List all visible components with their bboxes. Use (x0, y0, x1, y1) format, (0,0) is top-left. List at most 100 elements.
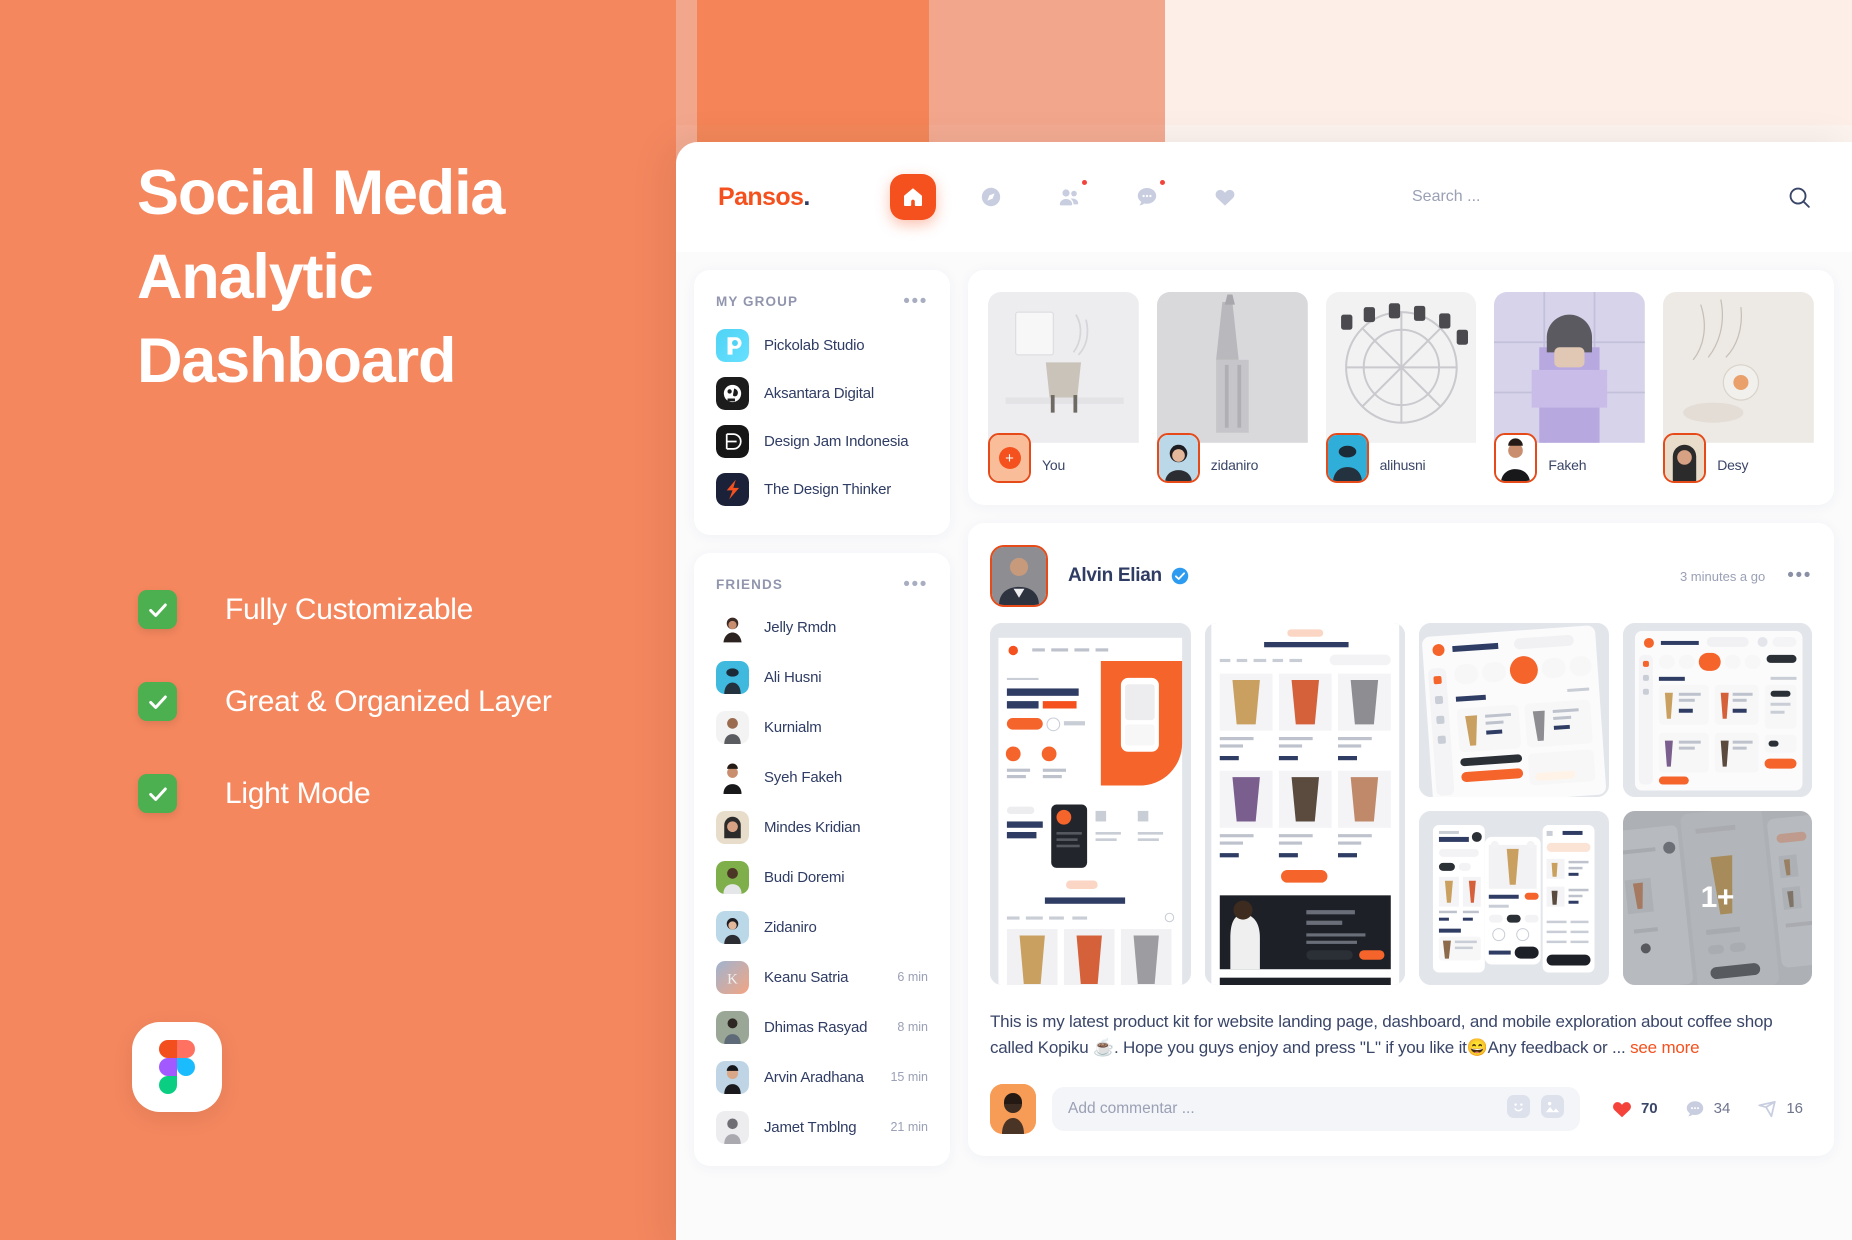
avatar (1494, 433, 1538, 483)
nav-chat-button[interactable] (1124, 174, 1170, 220)
avatar (716, 1010, 749, 1044)
pickolab-logo (716, 328, 749, 362)
share-count: 16 (1786, 1100, 1803, 1118)
avatar (716, 660, 749, 694)
screenshot-root: Social Media Analytic Dashboard Fully Cu… (0, 0, 1852, 1240)
feature-item: Fully Customizable (138, 590, 552, 629)
dashboard-body: MY GROUP ••• Pickolab Studio Aksantara D… (676, 252, 1852, 1166)
group-item-pickolab[interactable]: Pickolab Studio (716, 321, 928, 369)
group-item-aksantara[interactable]: Aksantara Digital (716, 369, 928, 417)
friend-item[interactable]: Zidaniro (716, 902, 928, 952)
nav-friends-badge (1079, 178, 1089, 187)
friend-item[interactable]: Dhimas Rasyad 8 min (716, 1002, 928, 1052)
friend-item[interactable]: Syeh Fakeh (716, 752, 928, 802)
nav-chat-badge (1157, 178, 1167, 187)
check-icon (138, 682, 177, 721)
share-reaction[interactable]: 16 (1747, 1098, 1812, 1120)
avatar (1663, 433, 1707, 483)
story-name: You (1042, 457, 1066, 473)
avatar[interactable] (990, 545, 1048, 607)
group-item-designthinker[interactable]: The Design Thinker (716, 465, 928, 513)
see-more-link[interactable]: see more (1630, 1038, 1699, 1057)
friend-name: Syeh Fakeh (764, 768, 843, 786)
explore-compass-icon (981, 187, 1000, 207)
promo-title: Social Media Analytic Dashboard (137, 158, 505, 396)
more-horizontal-icon[interactable]: ••• (903, 575, 928, 594)
story-item-fakeh[interactable]: Fakeh (1494, 292, 1646, 483)
more-horizontal-icon[interactable]: ••• (1787, 566, 1812, 585)
chat-bubble-icon (1137, 188, 1156, 206)
friend-name: Keanu Satria (764, 968, 849, 986)
story-item-alihusni[interactable]: alihusni (1325, 292, 1477, 483)
gallery-tile-dashboard[interactable] (1622, 623, 1813, 797)
more-horizontal-icon[interactable]: ••• (903, 292, 928, 311)
search-bar[interactable] (1412, 185, 1812, 210)
story-name: Fakeh (1548, 457, 1587, 473)
nav-home-button[interactable] (889, 174, 936, 220)
group-name: Pickolab Studio (764, 336, 865, 354)
story-avatar-thumb (1158, 435, 1198, 481)
nav-icon-group (889, 174, 1248, 220)
nav-explore-button[interactable] (968, 174, 1014, 220)
friend-item[interactable]: Mindes Kridian (716, 802, 928, 852)
comment-tools (1506, 1094, 1564, 1123)
image-icon[interactable] (1540, 1094, 1564, 1123)
friend-name: Jamet Tmblng (764, 1118, 857, 1136)
story-avatar-thumb (1327, 435, 1367, 481)
friends-people-icon (1059, 189, 1078, 206)
friend-item[interactable]: Arvin Aradhana 15 min (716, 1052, 928, 1102)
feature-label: Great & Organized Layer (225, 684, 552, 718)
post-author-name: Alvin Elian (1068, 565, 1162, 586)
comment-bar: 70 34 16 (990, 1083, 1812, 1156)
nav-friends-button[interactable] (1046, 174, 1092, 220)
gallery-tile-mobile-screens[interactable] (1419, 811, 1609, 985)
friend-item[interactable]: Ali Husni (716, 652, 928, 702)
gallery-tile-more[interactable]: 1+ (1622, 811, 1813, 985)
app-logo[interactable]: Pansos. (718, 183, 810, 212)
friend-last-seen: 15 min (890, 1070, 928, 1084)
avatar (1325, 433, 1369, 483)
friend-name: Jelly Rmdn (764, 618, 837, 636)
comment-input[interactable] (1068, 1099, 1507, 1118)
gallery-tile-app-menu[interactable] (1419, 623, 1609, 797)
story-item-you[interactable]: + You (988, 292, 1139, 483)
comment-input-wrapper[interactable] (1052, 1086, 1580, 1131)
search-input[interactable] (1412, 188, 1742, 206)
check-icon (138, 774, 177, 813)
avatar (716, 1110, 749, 1144)
share-icon (1758, 1100, 1776, 1117)
feature-list: Fully Customizable Great & Organized Lay… (138, 590, 552, 866)
friend-name: Mindes Kridian (764, 818, 861, 836)
plus-icon[interactable]: + (998, 447, 1021, 469)
feature-label: Light Mode (225, 776, 371, 810)
nav-likes-button[interactable] (1202, 174, 1248, 220)
avatar (716, 860, 749, 894)
friend-item[interactable]: K Keanu Satria 6 min (716, 952, 928, 1002)
friend-item[interactable]: Budi Doremi (716, 852, 928, 902)
story-item-zidaniro[interactable]: zidaniro (1156, 292, 1308, 483)
designjam-logo (716, 424, 749, 458)
comment-count: 34 (1713, 1100, 1731, 1118)
friend-item[interactable]: Jelly Rmdn (716, 602, 928, 652)
gallery-tile-product-page[interactable] (1204, 623, 1406, 985)
comment-reaction[interactable]: 34 (1675, 1098, 1740, 1120)
group-item-designjam[interactable]: Design Jam Indonesia (716, 417, 928, 465)
friend-item[interactable]: Kurnialm (716, 702, 928, 752)
friend-item[interactable]: Jamet Tmblng 21 min (716, 1102, 928, 1152)
gallery-row-top (1419, 623, 1813, 797)
my-group-header: MY GROUP ••• (694, 270, 950, 315)
home-icon (903, 188, 922, 206)
search-icon[interactable] (1787, 185, 1812, 210)
story-footer: Desy (1663, 433, 1814, 483)
gallery-tile-landing-page[interactable] (990, 623, 1191, 985)
story-item-desy[interactable]: Desy (1663, 292, 1814, 483)
friends-card: FRIENDS ••• Jelly Rmdn Ali Husni Kurnial… (694, 553, 950, 1166)
friend-name: Arvin Aradhana (764, 1068, 864, 1086)
emoji-icon[interactable] (1506, 1094, 1530, 1123)
like-reaction[interactable]: 70 (1602, 1098, 1667, 1120)
logo-dot: . (803, 182, 810, 211)
story-name: Desy (1717, 457, 1749, 473)
gallery-overflow-count[interactable]: 1+ (1622, 811, 1813, 985)
avatar (716, 760, 749, 794)
sidebar: MY GROUP ••• Pickolab Studio Aksantara D… (694, 270, 950, 1166)
